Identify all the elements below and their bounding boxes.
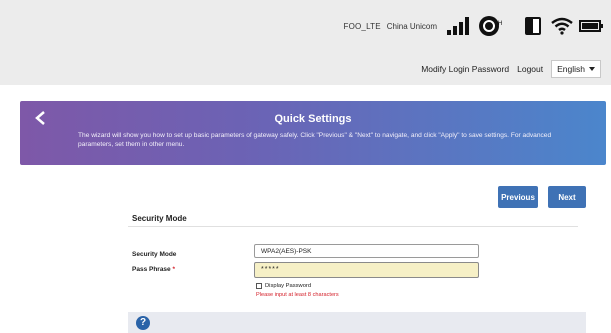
- security-mode-label: Security Mode: [132, 251, 176, 258]
- network-status: H: [479, 16, 511, 36]
- caret-down-icon: [589, 67, 595, 71]
- language-select[interactable]: English: [551, 60, 601, 78]
- globe-icon: [479, 16, 499, 36]
- security-mode-label-text: Security Mode: [132, 251, 177, 258]
- security-mode-select[interactable]: WPA2(AES)-PSK: [254, 244, 479, 258]
- pass-phrase-label-text: Pass Phrase: [132, 266, 171, 273]
- wifi-icon: [551, 17, 573, 35]
- quick-settings-banner: Quick Settings The wizard will show you …: [20, 101, 606, 165]
- banner-title: Quick Settings: [274, 113, 352, 125]
- header-links: Modify Login Password Logout English: [421, 60, 601, 78]
- top-bar: FOO_LTE China Unicom H Modify Login Pass…: [0, 0, 611, 85]
- network-type: H: [498, 21, 503, 27]
- battery-icon: [579, 20, 603, 32]
- required-mark: *: [172, 266, 176, 273]
- previous-button[interactable]: Previous: [498, 186, 538, 208]
- divider: [128, 226, 578, 227]
- section-title: Security Mode: [132, 214, 187, 223]
- signal-icon: [447, 17, 469, 35]
- banner-description: The wizard will show you how to set up b…: [78, 132, 552, 148]
- pass-phrase-input[interactable]: *****: [254, 262, 479, 278]
- status-row: FOO_LTE China Unicom H: [343, 14, 603, 38]
- carrier-name: China Unicom: [386, 21, 437, 31]
- network-name: FOO_LTE: [343, 21, 381, 31]
- language-value: English: [557, 64, 585, 74]
- pass-phrase-label: Pass Phrase *: [132, 266, 175, 273]
- help-box: ?: [128, 312, 586, 333]
- sim-icon: [525, 17, 541, 35]
- error-message: Please input at least 8 characters: [256, 292, 339, 298]
- display-password-checkbox[interactable]: [256, 283, 262, 289]
- modify-password-link[interactable]: Modify Login Password: [421, 64, 509, 74]
- help-icon[interactable]: ?: [136, 316, 150, 330]
- next-button[interactable]: Next: [548, 186, 586, 208]
- display-password-row[interactable]: Display Password: [256, 283, 311, 289]
- display-password-label: Display Password: [265, 283, 312, 289]
- logout-link[interactable]: Logout: [517, 64, 543, 74]
